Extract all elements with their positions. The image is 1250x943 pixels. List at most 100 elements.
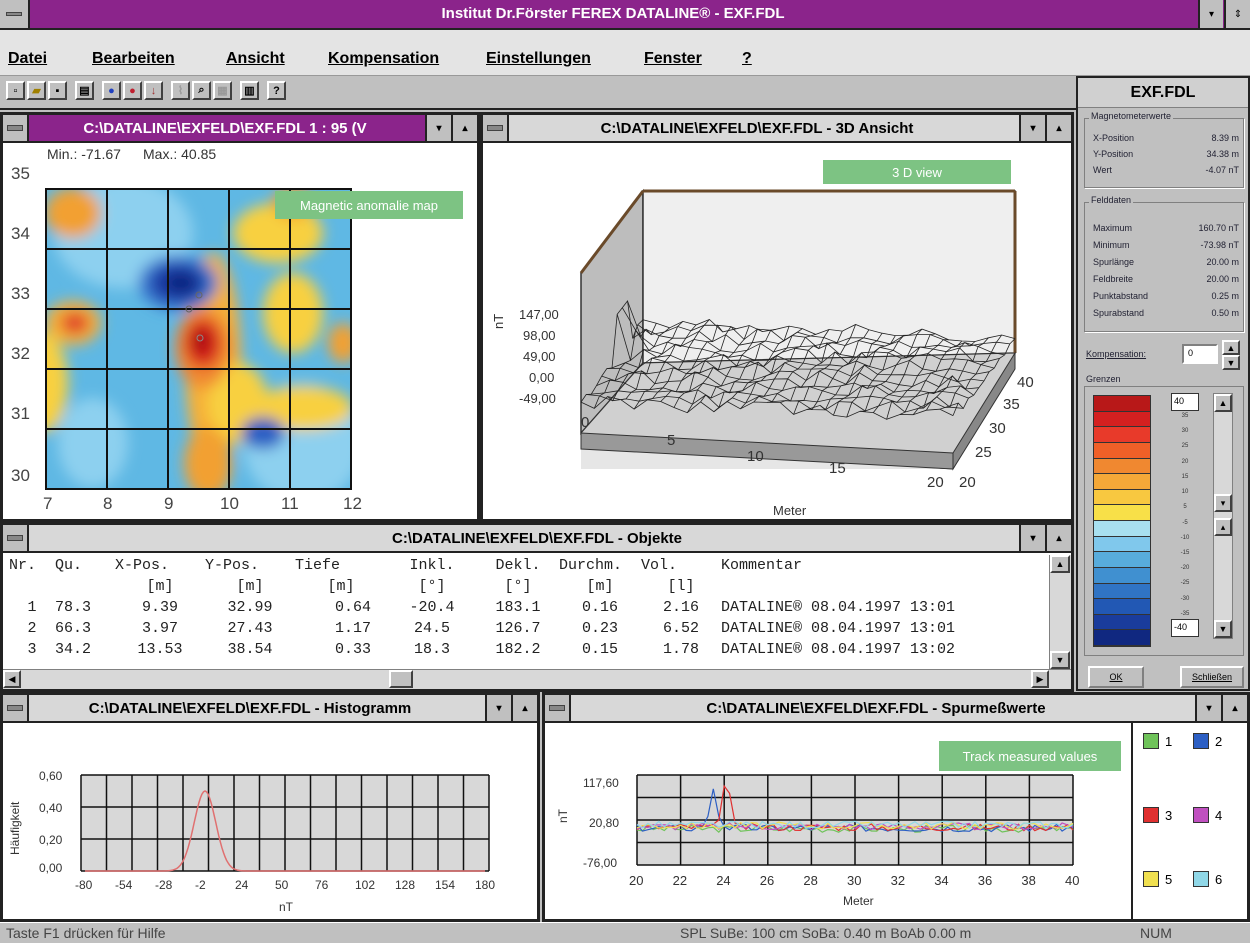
help-icon[interactable]: ? (267, 81, 286, 100)
table-cell: 27.43 (227, 620, 273, 637)
menu-einstellungen[interactable]: Einstellungen (486, 50, 591, 68)
column-header[interactable]: Dekl. (477, 555, 559, 576)
spin-down-icon[interactable]: ▼ (1222, 355, 1240, 370)
side-label: X-Position (1093, 133, 1135, 143)
column-header[interactable]: Durchm. (559, 555, 641, 576)
scroll-right-icon[interactable]: ▶ (1031, 670, 1049, 688)
3d-surface-view[interactable]: 147,00 98,00 49,00 0,00 -49,00 nT 0 5 10… (483, 143, 1071, 519)
menu-bar: Datei Bearbeiten Ansicht Kompensation Ei… (0, 30, 1250, 76)
view3d-window-maximize-button[interactable]: ▴ (1045, 115, 1071, 141)
minimize-button[interactable]: ▾ (1198, 0, 1223, 28)
column-header[interactable]: Vol. (641, 555, 721, 576)
color-swatch (1094, 474, 1150, 490)
view3d-window-minimize-button[interactable]: ▾ (1019, 115, 1045, 141)
column-header[interactable]: X-Pos. (115, 555, 205, 576)
color-swatch (1094, 552, 1150, 568)
track-y-unit: nT (556, 808, 570, 823)
scroll-thumb[interactable] (389, 670, 413, 688)
limit-input-top[interactable]: 40 (1171, 393, 1199, 411)
legend-swatch-4 (1193, 807, 1209, 823)
close-button[interactable]: Schließen (1180, 666, 1244, 688)
column-header[interactable]: Kommentar (721, 555, 1041, 576)
menu-bearbeiten[interactable]: Bearbeiten (92, 50, 175, 68)
new-file-icon[interactable]: ▫ (6, 81, 25, 100)
legend-item[interactable]: 2 (1193, 733, 1222, 749)
scale-tick: 15 (1181, 473, 1189, 480)
scroll-thumb[interactable]: ▾ (1214, 494, 1232, 512)
3d-z-tick: 147,00 (519, 307, 559, 322)
track-window-maximize-button[interactable]: ▴ (1221, 695, 1247, 721)
menu-help[interactable]: ? (742, 50, 752, 68)
objects-window-minimize-button[interactable]: ▾ (1019, 525, 1045, 551)
legend-label: 5 (1165, 871, 1173, 887)
record-red-icon[interactable]: ● (123, 81, 142, 100)
objects-window: C:\DATALINE\EXFELD\EXF.FDL - Objekte ▾ ▴ … (0, 522, 1074, 692)
menu-datei[interactable]: Datei (8, 50, 47, 68)
histogram-window-maximize-button[interactable]: ▴ (511, 695, 537, 721)
histogram-x-tick: 50 (275, 878, 289, 892)
save-icon[interactable]: ▪ (48, 81, 67, 100)
spin-up-icon[interactable]: ▲ (1222, 340, 1240, 355)
chart-icon[interactable]: ⌇ (171, 81, 190, 100)
record-blue-icon[interactable]: ● (102, 81, 121, 100)
unit-cell: [m] (586, 578, 614, 595)
map-y-tick: 35 (11, 164, 30, 183)
objects-vertical-scrollbar[interactable]: ▲ ▼ (1049, 555, 1071, 669)
column-header[interactable]: Inkl. (387, 555, 477, 576)
histogram-window-minimize-button[interactable]: ▾ (485, 695, 511, 721)
map-window-maximize-button[interactable]: ▴ (451, 115, 477, 141)
probe-icon[interactable]: ↓ (144, 81, 163, 100)
legend-item[interactable]: 5 (1143, 871, 1172, 887)
scroll-up-icon[interactable]: ▲ (1214, 394, 1232, 412)
table-row[interactable]: 2 66.3 3.97 27.43 1.17 24.5 126.7 0.23 6… (9, 618, 1041, 639)
open-folder-icon[interactable]: ▰ (27, 81, 46, 100)
histogram-x-tick: 102 (355, 878, 375, 892)
column-header[interactable]: Tiefe (295, 555, 387, 576)
status-info-text: SPL SuBe: 100 cm SoBa: 0.40 m BoAb 0.00 … (680, 925, 972, 941)
track-x-tick: 38 (1021, 873, 1035, 888)
scroll-down-icon[interactable]: ▼ (1214, 620, 1232, 638)
menu-ansicht[interactable]: Ansicht (226, 50, 285, 68)
kompensation-input[interactable]: 0 (1182, 344, 1218, 364)
zoom-icon[interactable]: ⌕ (192, 81, 211, 100)
map-y-tick: 32 (11, 344, 30, 363)
table-icon[interactable]: ▥ (240, 81, 259, 100)
column-header[interactable]: Qu. (55, 555, 115, 576)
limit-input-bottom[interactable]: -40 (1171, 619, 1199, 637)
legend-item[interactable]: 4 (1193, 807, 1222, 823)
track-window-minimize-button[interactable]: ▾ (1195, 695, 1221, 721)
histogram-window-menu-button[interactable] (3, 695, 29, 721)
scroll-down-icon[interactable]: ▼ (1050, 651, 1070, 669)
table-row[interactable]: 3 34.2 13.53 38.54 0.33 18.3 182.2 0.15 … (9, 639, 1041, 660)
scroll-left-icon[interactable]: ◀ (3, 670, 21, 688)
objects-window-menu-button[interactable] (3, 525, 29, 551)
maximize-button[interactable]: ⇕ (1224, 0, 1250, 28)
objects-horizontal-scrollbar[interactable]: ◀ ▶ (3, 669, 1071, 689)
legend-item[interactable]: 1 (1143, 733, 1172, 749)
legend-item[interactable]: 3 (1143, 807, 1172, 823)
objects-window-maximize-button[interactable]: ▴ (1045, 525, 1071, 551)
kompensation-spinner[interactable]: ▲ ▼ (1222, 340, 1240, 370)
menu-kompensation[interactable]: Kompensation (328, 50, 439, 68)
table-row[interactable]: 1 78.3 9.39 32.99 0.64 -20.4 183.1 0.16 … (9, 597, 1041, 618)
map-window-menu-button[interactable] (3, 115, 29, 141)
system-menu-button[interactable] (0, 0, 30, 28)
scroll-up-icon[interactable]: ▲ (1050, 555, 1070, 573)
ok-button[interactable]: OK (1088, 666, 1144, 688)
side-label: Punktabstand (1093, 291, 1149, 301)
scroll-thumb[interactable]: ▴ (1214, 518, 1232, 536)
column-header[interactable]: Nr. (9, 555, 55, 576)
table-unit-row: [m] [m] [m] [°] [°] [m] [l] (9, 576, 1041, 597)
legend-item[interactable]: 6 (1193, 871, 1222, 887)
map-window-minimize-button[interactable]: ▾ (425, 115, 451, 141)
histogram-chart[interactable]: Häufigkeit 0,60 0,40 0,20 0,00 -80 -54 -28… (3, 723, 537, 919)
track-window-menu-button[interactable] (545, 695, 571, 721)
print-icon[interactable]: ▤ (75, 81, 94, 100)
view3d-window-menu-button[interactable] (483, 115, 509, 141)
scale-scrollbar-1[interactable]: ▲ ▾ ▴ ▼ (1213, 393, 1233, 639)
histogram-x-tick: -54 (115, 878, 133, 892)
3d-z-unit: nT (491, 314, 506, 329)
menu-fenster[interactable]: Fenster (644, 50, 702, 68)
grid-icon[interactable]: ▦ (213, 81, 232, 100)
column-header[interactable]: Y-Pos. (205, 555, 295, 576)
